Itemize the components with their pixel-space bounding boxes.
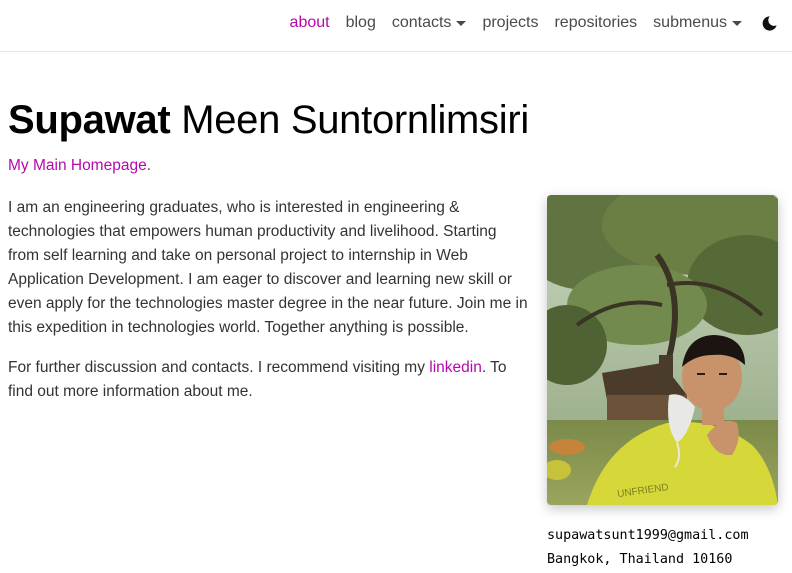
nav-item-contacts[interactable]: contacts (392, 14, 467, 32)
contact-address: supawatsunt1999@gmail.com Bangkok, Thail… (547, 524, 749, 572)
profile-photo: UNFRIEND (547, 195, 778, 505)
nav-item-submenus[interactable]: submenus (653, 14, 742, 32)
about-paragraph: I am an engineering graduates, who is in… (8, 199, 528, 336)
homepage-link[interactable]: My Main Homepage (8, 157, 147, 174)
moon-icon (762, 15, 777, 31)
nav-item-label: contacts (391, 14, 452, 31)
nav-item-about[interactable]: about (290, 14, 330, 32)
nav-item-projects[interactable]: projects (482, 14, 538, 32)
nav-item-label: about (289, 14, 330, 31)
theme-toggle-button[interactable] (760, 14, 778, 32)
homepage-suffix: . (146, 157, 152, 174)
nav-item-label: submenus (653, 14, 727, 31)
nav-item-label: blog (345, 14, 376, 31)
about-section: I am an engineering graduates, who is in… (8, 196, 530, 420)
profile-photo-image: UNFRIEND (547, 195, 778, 505)
email-text: supawatsunt1999@gmail.com (547, 528, 749, 543)
location-text: Bangkok, Thailand 10160 (547, 552, 733, 567)
chevron-down-icon (456, 20, 467, 26)
nav-item-label: repositories (554, 14, 638, 31)
nav-list: about blog contacts projects repositorie… (274, 0, 778, 46)
linkedin-link[interactable]: linkedin (429, 359, 482, 376)
top-navbar: about blog contacts projects repositorie… (0, 0, 792, 52)
chevron-down-icon (732, 20, 742, 26)
homepage-description: My Main Homepage. (8, 157, 151, 175)
rest-name: Meen Suntornlimsiri (170, 98, 529, 142)
nav-item-blog[interactable]: blog (346, 14, 376, 32)
nav-item-label: projects (482, 14, 539, 31)
contact-text-before: For further discussion and contacts. I r… (8, 359, 430, 376)
first-name: Supawat (8, 98, 171, 142)
page-title: Supawat Meen Suntornlimsiri (8, 98, 529, 143)
about-paragraph-contact: For further discussion and contacts. I r… (8, 356, 530, 404)
nav-item-repositories[interactable]: repositories (554, 14, 637, 32)
